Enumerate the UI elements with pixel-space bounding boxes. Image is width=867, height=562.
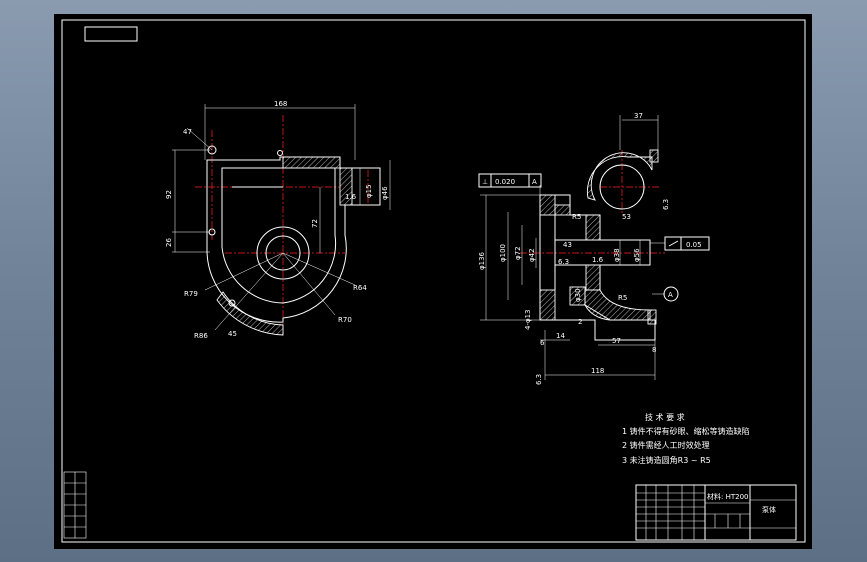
perp-symbol: ⊥ bbox=[482, 178, 488, 186]
binding-strip bbox=[63, 471, 87, 539]
dim-37: 37 bbox=[634, 112, 643, 120]
note-3: 3 未注铸造圆角R3 ~ R5 bbox=[622, 455, 711, 465]
dim-phi136: φ136 bbox=[478, 251, 486, 270]
dim-r70: R70 bbox=[338, 316, 352, 324]
drawing-canvas: 168 47 92 26 72 1.6 φ15 φ46 R79 R64 R70 … bbox=[61, 19, 806, 543]
dim-phi72: φ72 bbox=[514, 246, 522, 260]
dim-57: 57 bbox=[612, 337, 621, 345]
dim-1-6b: 1.6 bbox=[592, 256, 604, 264]
right-view: ⊥ 0.020 A 0.05 A 37 6.3 R5 53 43 φ136 φ1… bbox=[478, 112, 710, 385]
dim-72: 72 bbox=[311, 219, 319, 228]
dim-92: 92 bbox=[165, 190, 173, 199]
dim-26: 26 bbox=[165, 238, 173, 247]
dim-phi38: φ38 bbox=[613, 248, 621, 262]
dim-8: 8 bbox=[652, 346, 656, 354]
dim-6-3c: 6.3 bbox=[535, 374, 543, 385]
datum-a-marker: A bbox=[663, 286, 679, 302]
perpendicularity-frame: ⊥ 0.020 A bbox=[478, 173, 542, 188]
dim-1-6: 1.6 bbox=[345, 193, 357, 201]
dim-118: 118 bbox=[591, 367, 604, 375]
perp-datum: A bbox=[532, 178, 537, 186]
dim-r86: R86 bbox=[194, 332, 208, 340]
dim-phi42: φ42 bbox=[528, 248, 536, 262]
note-2: 2 铸件需经人工时效处理 bbox=[622, 440, 710, 450]
dim-43: 43 bbox=[563, 241, 572, 249]
left-view: 168 47 92 26 72 1.6 φ15 φ46 R79 R64 R70 … bbox=[165, 100, 391, 340]
dim-2: 2 bbox=[578, 318, 582, 326]
dim-47: 47 bbox=[183, 128, 192, 136]
dim-r64: R64 bbox=[353, 284, 367, 292]
flatness-frame: 0.05 bbox=[664, 236, 710, 251]
code-box bbox=[84, 26, 138, 42]
dim-phi30: φ30 bbox=[574, 288, 582, 302]
perp-value: 0.020 bbox=[495, 178, 515, 186]
dim-6-3b: 6.3 bbox=[558, 258, 569, 266]
technical-notes: 技 术 要 求 1 铸件不得有砂眼、缩松等铸造缺陷 2 铸件需经人工时效处理 3… bbox=[622, 412, 750, 465]
dim-53: 53 bbox=[622, 213, 631, 221]
dim-6: 6 bbox=[540, 339, 545, 347]
dim-4-phi13: 4-φ13 bbox=[524, 309, 532, 330]
dim-r79: R79 bbox=[184, 290, 198, 298]
dim-168: 168 bbox=[274, 100, 287, 108]
dim-14: 14 bbox=[556, 332, 565, 340]
dim-phi56: φ56 bbox=[633, 248, 641, 262]
svg-text:A: A bbox=[668, 291, 673, 299]
dim-45: 45 bbox=[228, 330, 237, 338]
notes-title: 技 术 要 求 bbox=[645, 412, 685, 422]
dim-6-3a: 6.3 bbox=[662, 199, 670, 210]
cad-viewport[interactable]: 168 47 92 26 72 1.6 φ15 φ46 R79 R64 R70 … bbox=[54, 14, 812, 549]
dim-phi100: φ100 bbox=[499, 244, 507, 262]
dim-r5b: R5 bbox=[618, 294, 627, 302]
dim-phi46: φ46 bbox=[381, 186, 389, 200]
part-name: 泵体 bbox=[762, 505, 776, 514]
material-text: 材料: HT200 bbox=[707, 492, 748, 501]
dim-r5a: R5 bbox=[572, 213, 581, 221]
flat-value: 0.05 bbox=[686, 241, 702, 249]
dim-phi15: φ15 bbox=[365, 184, 373, 198]
title-block: 材料: HT200 泵体 bbox=[635, 484, 797, 541]
note-1: 1 铸件不得有砂眼、缩松等铸造缺陷 bbox=[622, 426, 750, 436]
